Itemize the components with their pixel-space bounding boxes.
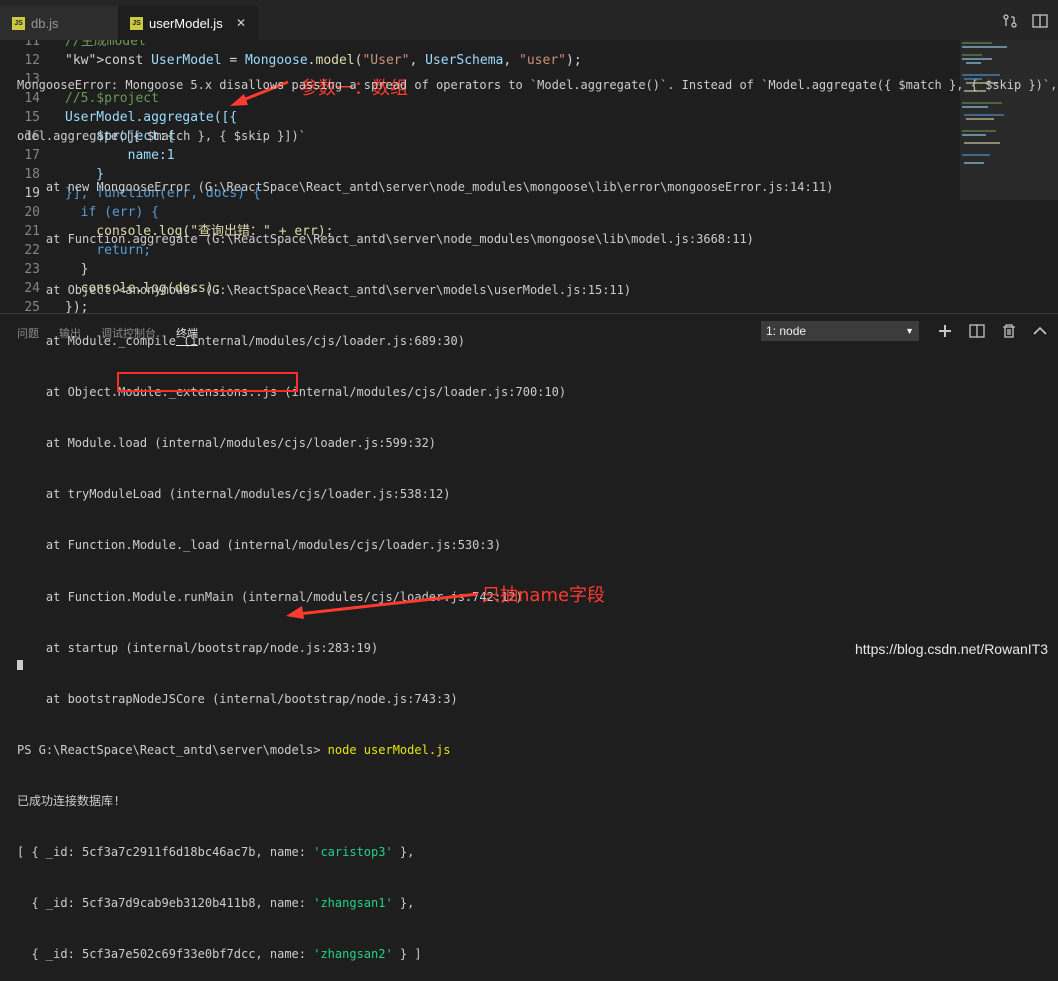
terminal-line: at Object.<anonymous> (G:\ReactSpace\Rea… [17,282,632,297]
terminal-line: at Module.load (internal/modules/cjs/loa… [17,436,437,451]
tab-usermodel-js[interactable]: JS userModel.js ✕ [118,6,258,40]
terminal-line: at Function.aggregate (G:\ReactSpace\Rea… [17,231,754,246]
terminal-output[interactable]: MongooseError: Mongoose 5.x disallows pa… [17,43,1058,981]
result-row: { _id: 5cf3a7d9cab9eb3120b411b8, name: '… [17,896,415,911]
annotation-name-only: 只抽name字段 [482,585,606,606]
terminal-line: at Function.Module._load (internal/modul… [17,538,502,553]
close-icon[interactable]: ✕ [236,16,246,30]
terminal-line: MongooseError: Mongoose 5.x disallows pa… [17,78,1058,93]
split-editor-icon[interactable] [1032,14,1048,28]
terminal-prompt-line: PS G:\ReactSpace\React_antd\server\model… [17,742,1058,759]
tab-label: db.js [31,15,59,31]
tab-db-js[interactable]: JS db.js [0,6,118,40]
terminal-cursor [17,660,23,670]
editor-tab-bar: JS db.js JS userModel.js ✕ [0,0,1058,40]
terminal-line: at Module._compile (internal/modules/cjs… [17,333,465,348]
error-highlight-box [117,372,298,392]
result-row: { _id: 5cf3a7e502c69f33e0bf7dcc, name: '… [17,947,422,962]
terminal-line: at tryModuleLoad (internal/modules/cjs/l… [17,487,451,502]
js-file-icon: JS [130,16,143,30]
result-row: [ { _id: 5cf3a7c2911f6d18bc46ac7b, name:… [17,845,415,860]
terminal-command: node userModel.js [327,742,451,757]
tab-label: userModel.js [149,15,223,31]
watermark: https://blog.csdn.net/RowanIT3 [855,641,1048,657]
js-file-icon: JS [12,16,25,30]
terminal-prompt: PS G:\ReactSpace\React_antd\server\model… [17,742,328,757]
terminal-line: at new MongooseError (G:\ReactSpace\Reac… [17,180,834,195]
source-control-icon[interactable] [1002,14,1018,28]
terminal-line: odel.aggregate([{ $match }, { $skip }])` [17,129,306,144]
terminal-line: at bootstrapNodeJSCore (internal/bootstr… [17,691,458,706]
terminal-line: 已成功连接数据库! [17,794,121,809]
annotation-arrow [286,592,479,619]
